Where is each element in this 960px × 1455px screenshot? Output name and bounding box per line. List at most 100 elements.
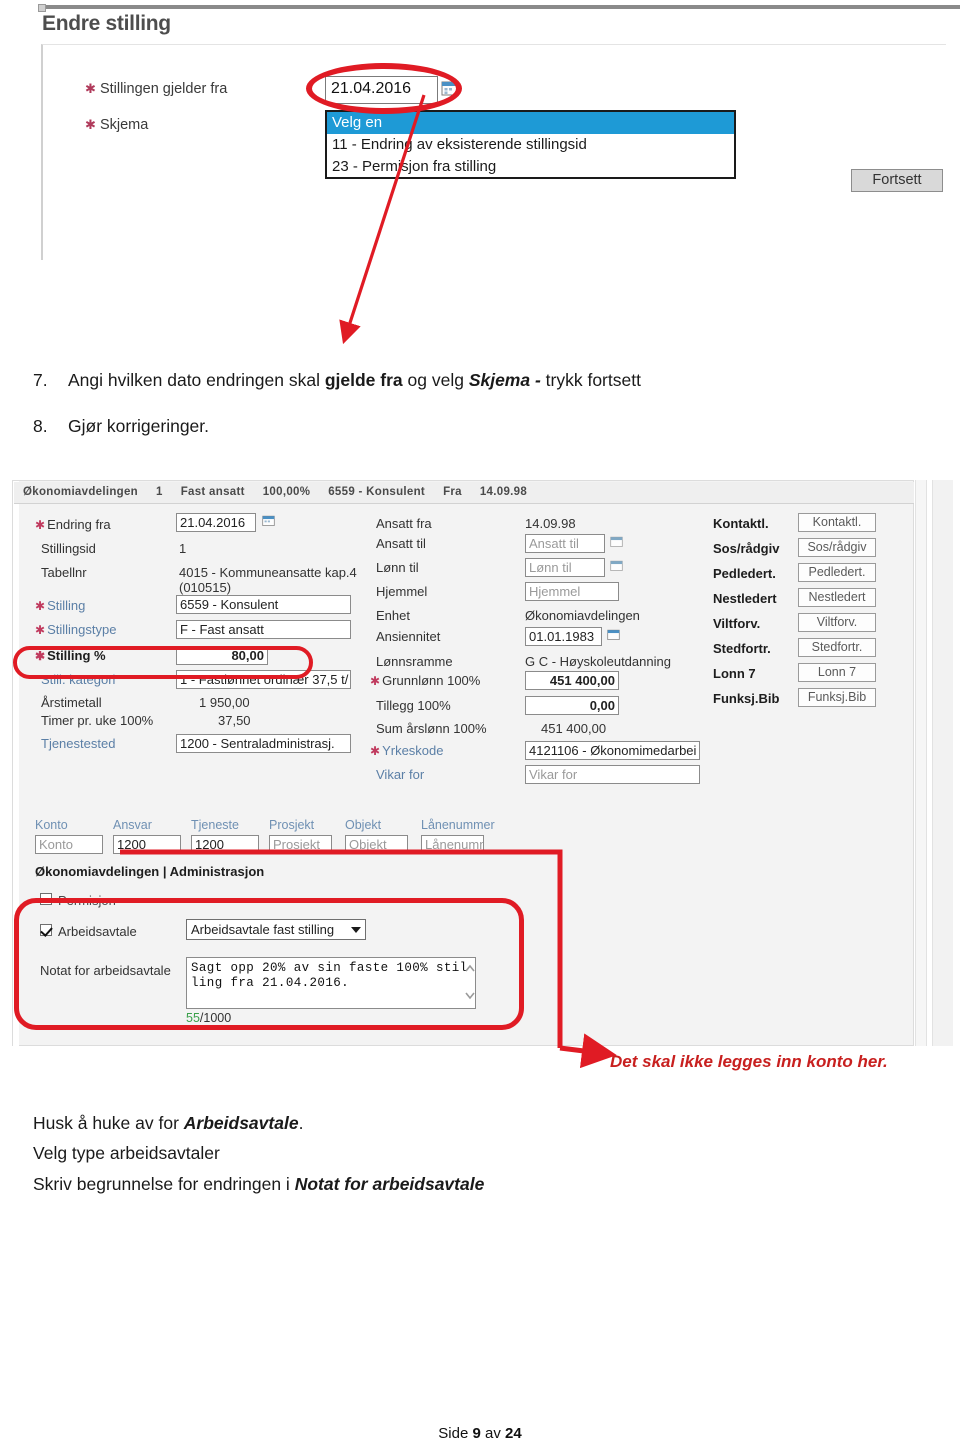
step-7: 7. Angi hvilken dato endringen skal gjel… (33, 370, 853, 391)
calendar-icon[interactable] (610, 535, 623, 548)
endre-stilling-screenshot: Endre stilling ✱ Stillingen gjelder fra … (0, 0, 960, 352)
step-number: 7. (33, 370, 48, 390)
label-stillingsid: Stillingsid (41, 541, 96, 556)
button-lonn-7[interactable]: Lonn 7 (798, 663, 876, 682)
button-pedledert[interactable]: Pedledert. (798, 563, 876, 582)
page-scrollbar-outer[interactable] (932, 480, 953, 1046)
col-header-prosjekt: Prosjekt (269, 818, 315, 832)
label-lonnsramme: Lønnsramme (376, 654, 453, 669)
value-enhet: Økonomiavdelingen (525, 608, 640, 623)
input-vikar-for[interactable]: Vikar for (525, 765, 700, 784)
label-ansiennitet: Ansiennitet (376, 629, 441, 644)
account-caption: Økonomiavdelingen | Administrasjon (35, 864, 265, 879)
value-tabellnr-2: (010515) (179, 580, 232, 595)
input-yrkeskode[interactable]: 4121106 - Økonomimedarbei (525, 741, 700, 760)
input-stilling[interactable]: 6559 - Konsulent (176, 595, 351, 614)
required-star-icon: ✱ (35, 599, 46, 613)
input-prosjekt[interactable]: Prosjekt (269, 835, 332, 854)
bottom-line-3: Skriv begrunnelse for endringen i Notat … (33, 1173, 485, 1194)
footer-prefix: Side (438, 1425, 473, 1442)
header-chip: 6559 - Konsulent (328, 486, 426, 498)
value-lonnsramme: G C - Høyskoleutdanning (525, 654, 671, 669)
required-star-icon: ✱ (35, 518, 46, 532)
value-stillingsid: 1 (179, 541, 187, 556)
bottom-instructions: Husk å huke av for Arbeidsavtale. Velg t… (33, 1108, 733, 1199)
label-kontaktl: Kontaktl. (713, 516, 769, 531)
input-lonn-til[interactable]: Lønn til (525, 558, 605, 577)
input-stillingstype[interactable]: F - Fast ansatt (176, 620, 351, 639)
label-lonn-til: Lønn til (376, 560, 419, 575)
footer-total: 24 (505, 1425, 522, 1442)
input-tillegg[interactable]: 0,00 (525, 696, 619, 715)
header-chip: 14.09.98 (479, 486, 528, 498)
button-viltforv[interactable]: Viltforv. (798, 613, 876, 632)
input-lanenummer[interactable]: Lånenumm (421, 835, 484, 854)
label-lonn-7: Lonn 7 (713, 666, 756, 681)
button-stedfortr[interactable]: Stedfortr. (798, 638, 876, 657)
page-footer: Side 9 av 24 (0, 1425, 960, 1442)
header-chip: Fast ansatt (180, 486, 245, 498)
fortsett-button[interactable]: Fortsett (851, 169, 943, 192)
button-sos-radgiv[interactable]: Sos/rådgiv (798, 538, 876, 557)
input-hjemmel[interactable]: Hjemmel (525, 582, 619, 601)
button-kontaktl[interactable]: Kontaktl. (798, 513, 876, 532)
input-objekt[interactable]: Objekt (345, 835, 408, 854)
button-nestledert[interactable]: Nestledert (798, 588, 876, 607)
window-title: Endre stilling (42, 12, 171, 35)
col-header-objekt: Objekt (345, 818, 382, 832)
label-ansatt-fra: Ansatt fra (376, 516, 432, 531)
label-endring-fra: ✱ Endring fra (35, 517, 111, 532)
label-stedfortr: Stedfortr. (713, 641, 771, 656)
label-enhet: Enhet (376, 608, 410, 623)
window-corner-handle (38, 4, 46, 12)
calendar-icon[interactable] (610, 559, 623, 572)
input-tjeneste[interactable]: 1200 (191, 835, 259, 854)
step-number: 8. (33, 416, 48, 436)
label-stilling: ✱ Stilling (35, 598, 86, 613)
input-ansatt-til[interactable]: Ansatt til (525, 534, 605, 553)
required-star-icon: ✱ (370, 744, 381, 758)
bottom-line-2: Velg type arbeidsavtaler (33, 1143, 220, 1164)
label-stillingstype: ✱ Stillingstype (35, 622, 117, 637)
annotation-arrow-down (339, 94, 426, 345)
label-ansatt-til: Ansatt til (376, 536, 426, 551)
button-funksj-bib[interactable]: Funksj.Bib (798, 688, 876, 707)
calendar-icon[interactable] (262, 514, 275, 527)
header-chip: 1 (156, 486, 163, 498)
annotation-konto-warning: Det skal ikke legges inn konto her. (610, 1052, 888, 1071)
label-vikar-for: Vikar for (376, 767, 425, 782)
required-star-icon: ✱ (85, 81, 96, 96)
label-sum-arslonn: Sum årslønn 100% (376, 721, 487, 736)
header-chip: Fra (443, 486, 462, 498)
annotation-ellipse-stilling-prosent (13, 646, 313, 679)
calendar-icon[interactable] (607, 628, 620, 641)
header-chip: Økonomiavdelingen (23, 486, 139, 498)
required-star-icon: ✱ (370, 674, 381, 688)
required-star-icon: ✱ (85, 117, 96, 132)
input-grunnlonn[interactable]: 451 400,00 (525, 671, 619, 690)
input-ansiennitet[interactable]: 01.01.1983 (525, 627, 602, 646)
input-ansvar[interactable]: 1200 (113, 835, 181, 854)
col-header-konto: Konto (35, 818, 68, 832)
input-endring-fra[interactable]: 21.04.2016 (176, 513, 256, 532)
input-tjenestested[interactable]: 1200 - Sentraladministrasj. (176, 734, 351, 753)
label-hjemmel: Hjemmel (376, 584, 428, 599)
footer-page: 9 (472, 1425, 481, 1442)
value-arstimetall: 1 950,00 (199, 695, 250, 710)
form-header-summary: Økonomiavdelingen 1 Fast ansatt 100,00% 6559… (14, 482, 914, 504)
step-text: Gjør korrigeringer. (68, 416, 210, 436)
required-star-icon: ✱ (35, 623, 46, 637)
bottom-line-1: Husk å huke av for Arbeidsavtale. (33, 1113, 304, 1133)
label-viltforv: Viltforv. (713, 616, 761, 631)
field-label-skjema: ✱ Skjema (85, 117, 149, 133)
col-header-ansvar: Ansvar (113, 818, 152, 832)
step-8: 8. Gjør korrigeringer. (33, 416, 853, 437)
label-tillegg: Tillegg 100% (376, 698, 451, 713)
label-timer-pr-uke: Timer pr. uke 100% (41, 713, 154, 728)
label-tabellnr: Tabellnr (41, 565, 87, 580)
label-funksj-bib: Funksj.Bib (713, 691, 780, 706)
input-konto[interactable]: Konto (35, 835, 103, 854)
page-scrollbar-inner[interactable] (915, 480, 927, 1046)
label-tjenestested: Tjenestested (41, 736, 116, 751)
step-text: Angi hvilken dato endringen skal gjelde … (68, 370, 641, 390)
